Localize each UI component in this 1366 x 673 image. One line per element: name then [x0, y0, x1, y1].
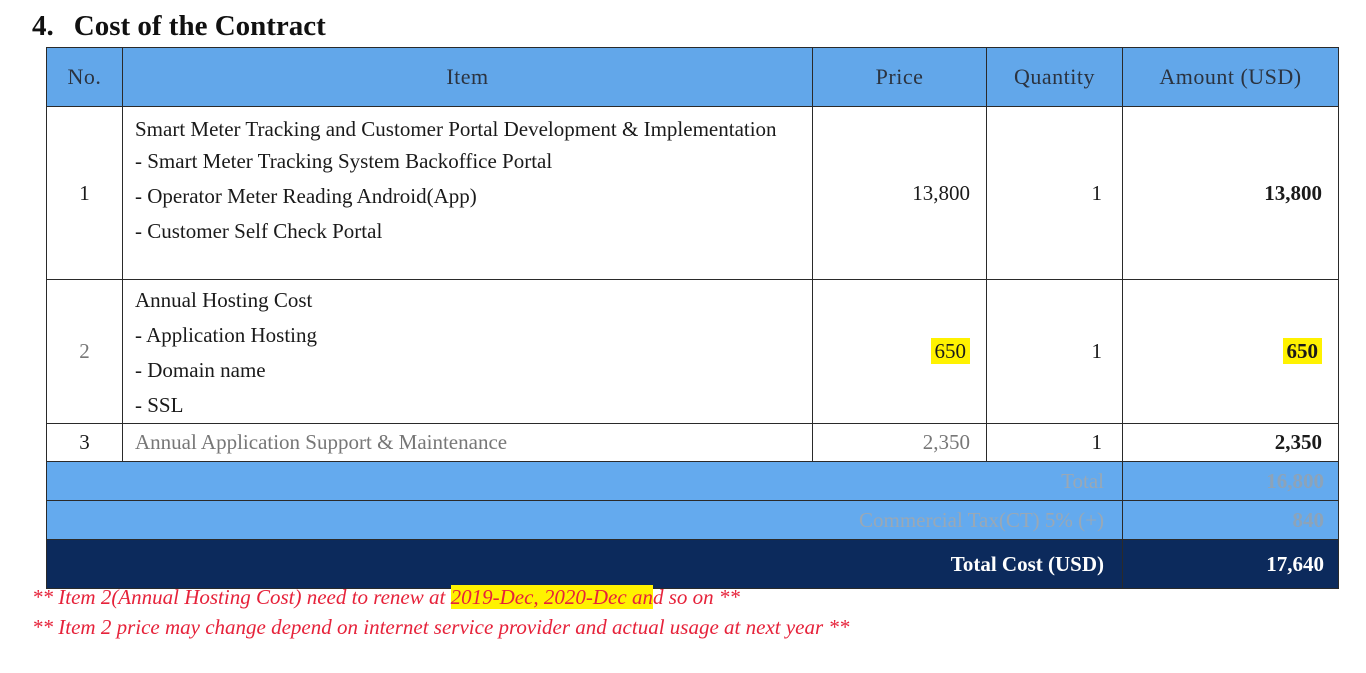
header-price: Price [812, 47, 987, 107]
row-2-quantity: 1 [986, 279, 1123, 424]
table-row: 3 Annual Application Support & Maintenan… [46, 423, 1339, 462]
row-3-quantity: 1 [986, 423, 1123, 462]
cost-table: No. Item Price Quantity Amount (USD) 1 S… [46, 47, 1339, 589]
table-row: 1 Smart Meter Tracking and Customer Port… [46, 106, 1339, 280]
section-number: 4. [32, 10, 54, 42]
row-1-line-3: - Customer Self Check Portal [135, 219, 383, 243]
header-item: Item [122, 47, 813, 107]
row-3-no: 3 [46, 423, 123, 462]
total-cost-row: Total Cost (USD) 17,640 [46, 539, 1339, 589]
row-2-line-3: - SSL [135, 393, 184, 417]
row-1-line-2: - Operator Meter Reading Android(App) [135, 184, 477, 208]
row-3-amount: 2,350 [1122, 423, 1339, 462]
row-2-line-2: - Domain name [135, 358, 266, 382]
header-amount: Amount (USD) [1122, 47, 1339, 107]
commercial-tax-label: Commercial Tax(CT) 5% (+) [46, 500, 1123, 540]
header-quantity: Quantity [986, 47, 1123, 107]
row-3-item: Annual Application Support & Maintenance [122, 423, 813, 462]
section-heading: 4. Cost of the Contract [32, 10, 326, 43]
total-cost-value: 17,640 [1122, 539, 1339, 589]
row-2-amount: 650 [1122, 279, 1339, 424]
row-2-item: Annual Hosting Cost - Application Hostin… [122, 279, 813, 424]
note-price-change: ** Item 2 price may change depend on int… [32, 615, 850, 639]
row-1-line-1: - Smart Meter Tracking System Backoffice… [135, 149, 553, 173]
total-value: 16,800 [1122, 461, 1339, 501]
row-2-price-highlight: 650 [930, 338, 970, 364]
commercial-tax-row: Commercial Tax(CT) 5% (+) 840 [46, 500, 1339, 540]
row-1-price: 13,800 [812, 106, 987, 280]
table-row: 2 Annual Hosting Cost - Application Host… [46, 279, 1339, 424]
row-1-item: Smart Meter Tracking and Customer Portal… [122, 106, 813, 280]
row-2-price: 650 [812, 279, 987, 424]
total-cost-label: Total Cost (USD) [46, 539, 1123, 589]
total-label: Total [46, 461, 1123, 501]
row-2-amount-highlight: 650 [1282, 338, 1322, 364]
row-2-no: 2 [46, 279, 123, 424]
header-no: No. [46, 47, 123, 107]
note-renewal-before: ** Item 2(Annual Hosting Cost) need to r… [32, 585, 451, 609]
row-1-amount: 13,800 [1122, 106, 1339, 280]
row-1-quantity: 1 [986, 106, 1123, 280]
total-row: Total 16,800 [46, 461, 1339, 501]
section-title: Cost of the Contract [73, 10, 326, 42]
row-2-title: Annual Hosting Cost [135, 288, 313, 312]
note-renewal-highlight: 2019-Dec, 2020-Dec an [450, 585, 653, 609]
table-header-row: No. Item Price Quantity Amount (USD) [46, 47, 1339, 107]
note-renewal: ** Item 2(Annual Hosting Cost) need to r… [32, 585, 740, 610]
row-3-price: 2,350 [812, 423, 987, 462]
note-renewal-after: d so on ** [652, 585, 740, 609]
row-2-line-1: - Application Hosting [135, 323, 317, 347]
row-1-title: Smart Meter Tracking and Customer Portal… [135, 117, 777, 141]
commercial-tax-value: 840 [1122, 500, 1339, 540]
row-1-no: 1 [46, 106, 123, 280]
